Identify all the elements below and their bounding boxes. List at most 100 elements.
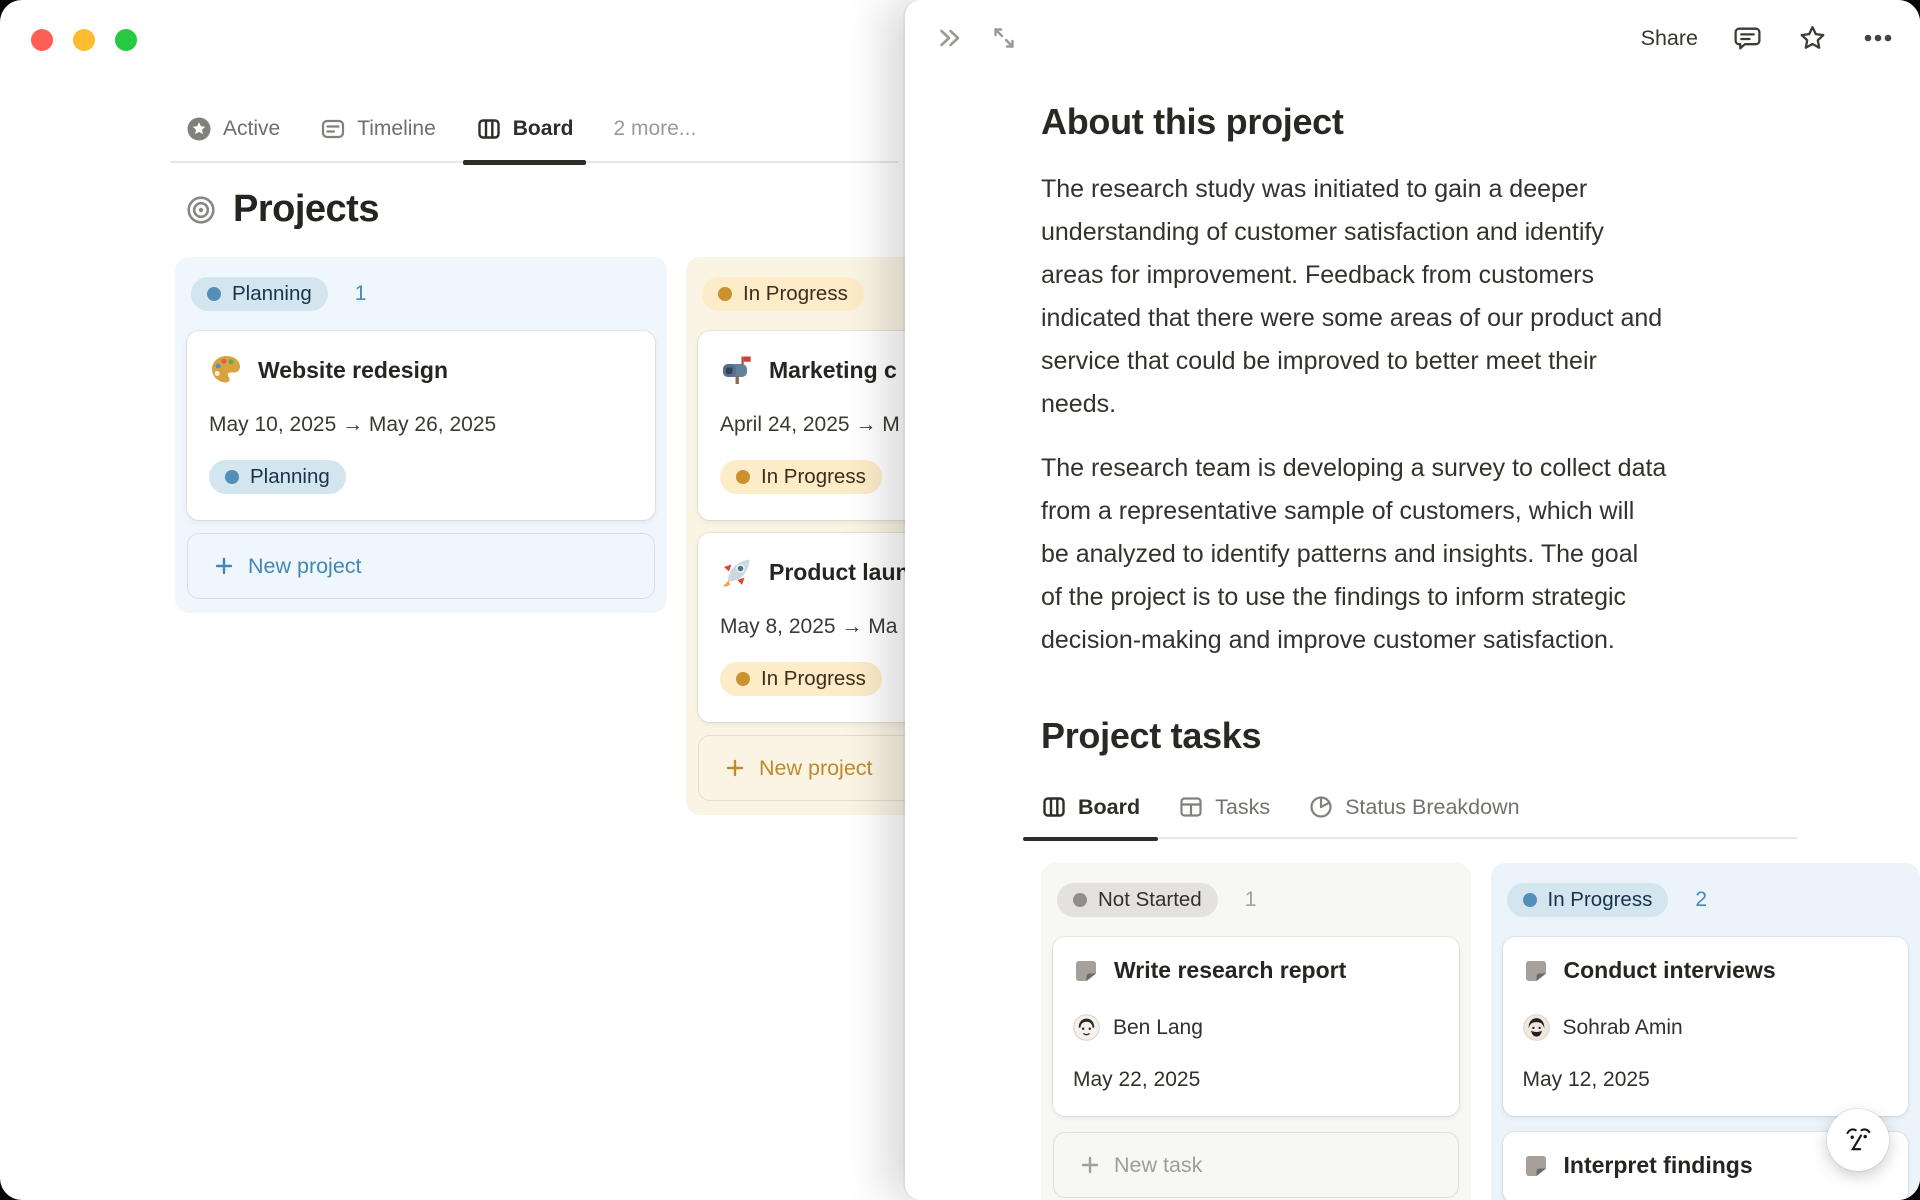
assignee-name: Ben Lang (1113, 1015, 1203, 1039)
project-card-title: Product laun (769, 558, 910, 585)
tasks-board: Not Started 1 Write research report Ben … (1041, 863, 1920, 1200)
notion-ai-face-button[interactable] (1827, 1109, 1889, 1171)
assignee-name: Sohrab Amin (1562, 1015, 1683, 1039)
status-pill-planning[interactable]: Planning (191, 277, 328, 311)
task-card-title: Interpret findings (1563, 1152, 1753, 1178)
more-options-icon[interactable] (1862, 23, 1894, 53)
plus-icon (1080, 1155, 1100, 1175)
project-card-dates: May 10, 2025 → May 26, 2025 (209, 413, 497, 436)
project-card-status-tag: Planning (209, 460, 346, 494)
favorite-star-icon[interactable] (1797, 23, 1828, 54)
avatar-ben-lang (1073, 1014, 1100, 1041)
task-view-tab-bar: Board Tasks Status Breakdown (1022, 794, 1797, 841)
task-due-date: May 22, 2025 (1073, 1068, 1201, 1091)
view-tab-bar: Active Timeline Board 2 more... (170, 116, 898, 165)
task-due-date: May 12, 2025 (1522, 1068, 1650, 1091)
status-pill-label: Planning (232, 282, 312, 305)
status-pill-label: Not Started (1098, 888, 1202, 911)
note-icon (1523, 958, 1549, 984)
task-card-write-research-report[interactable]: Write research report Ben Lang May 22, 2… (1053, 937, 1459, 1116)
side-peek-panel: Share About this project The research st… (905, 0, 1920, 1200)
expand-page-icon[interactable] (989, 23, 1019, 53)
status-pill-label: In Progress (743, 282, 848, 305)
board-icon (1041, 794, 1067, 820)
tab-timeline-view[interactable]: Timeline (320, 116, 436, 142)
task-card-title: Write research report (1114, 957, 1347, 983)
assignee-row: Sohrab Amin (1522, 1014, 1889, 1041)
minimize-window-button[interactable] (73, 29, 95, 51)
status-tag-label: In Progress (761, 465, 866, 488)
new-task-button[interactable]: New task (1053, 1132, 1459, 1198)
pie-chart-icon (1308, 794, 1334, 820)
task-card-title: Conduct interviews (1563, 957, 1776, 983)
task-column-not-started: Not Started 1 Write research report Ben … (1041, 863, 1471, 1200)
project-card-title: Marketing c (769, 356, 897, 383)
new-task-label: New task (1114, 1152, 1203, 1177)
close-peek-chevrons-icon[interactable] (935, 23, 965, 53)
tab-label: 2 more... (613, 117, 697, 140)
new-project-button[interactable]: New project (187, 533, 655, 599)
about-heading: About this project (1041, 101, 1344, 142)
board-column-planning: Planning 1 Website redesign May 10, 2025… (175, 257, 667, 613)
project-card-status-tag: In Progress (720, 460, 882, 494)
tab-label: Status Breakdown (1345, 794, 1520, 819)
task-card-conduct-interviews[interactable]: Conduct interviews Sohrab Amin May 12, 2… (1502, 937, 1908, 1116)
column-count: 2 (1695, 888, 1708, 911)
tab-active-view[interactable]: Active (186, 116, 280, 142)
task-tab-status-breakdown[interactable]: Status Breakdown (1308, 794, 1520, 820)
mailbox-icon (720, 353, 754, 387)
ai-face-icon (1840, 1122, 1876, 1158)
table-icon (1178, 794, 1204, 820)
about-paragraph-1: The research study was initiated to gain… (1041, 175, 1663, 418)
column-count: 1 (354, 282, 367, 305)
palette-icon (209, 353, 243, 387)
project-tasks-heading: Project tasks (1041, 715, 1262, 756)
new-project-label: New project (248, 553, 362, 578)
target-icon (186, 195, 216, 225)
status-dot (1522, 893, 1537, 907)
task-tab-board[interactable]: Board (1022, 794, 1159, 841)
project-card-status-tag: In Progress (720, 662, 882, 696)
comments-icon[interactable] (1732, 23, 1763, 54)
project-card-title: Website redesign (258, 356, 449, 383)
tab-more-views[interactable]: 2 more... (613, 116, 696, 142)
tab-label: Board (1078, 794, 1141, 819)
tab-board-view[interactable]: Board (462, 116, 587, 165)
status-dot (736, 672, 750, 686)
status-pill-not-started[interactable]: Not Started (1057, 883, 1218, 917)
status-pill-label: In Progress (1547, 888, 1653, 911)
avatar-sohrab-amin (1522, 1014, 1550, 1041)
timeline-icon (320, 116, 346, 142)
status-pill-in-progress[interactable]: In Progress (702, 277, 864, 311)
tab-label: Active (223, 117, 281, 140)
close-window-button[interactable] (31, 29, 53, 51)
plus-icon (214, 556, 234, 576)
star-circle-icon (186, 116, 212, 142)
plus-icon (725, 758, 745, 778)
project-card-website-redesign[interactable]: Website redesign May 10, 2025 → May 26, … (187, 331, 655, 520)
page-title: Projects (233, 188, 379, 230)
panel-toolbar: Share (905, 0, 1920, 54)
status-pill-in-progress[interactable]: In Progress (1506, 883, 1669, 917)
task-tab-tasks[interactable]: Tasks (1178, 794, 1270, 820)
board-icon (476, 116, 502, 142)
tab-label: Timeline (357, 117, 436, 140)
column-header: In Progress 2 (1503, 875, 1909, 917)
column-count: 1 (1244, 888, 1257, 911)
rocket-icon (720, 555, 754, 589)
new-project-label: New project (759, 755, 873, 780)
status-tag-label: Planning (250, 465, 330, 488)
note-icon (1523, 1153, 1549, 1179)
status-dot (207, 287, 221, 301)
window-controls (31, 29, 137, 51)
status-dot (736, 470, 750, 484)
page-title-row: Projects (186, 188, 379, 231)
status-dot (718, 287, 732, 301)
zoom-window-button[interactable] (115, 29, 137, 51)
column-header: Not Started 1 (1053, 875, 1459, 917)
tab-label: Tasks (1215, 794, 1271, 819)
assignee-row: Ben Lang (1073, 1014, 1439, 1041)
tab-label: Board (512, 117, 574, 140)
notion-window: Active Timeline Board 2 more... Projects (0, 0, 1920, 1200)
share-button[interactable]: Share (1641, 26, 1698, 51)
